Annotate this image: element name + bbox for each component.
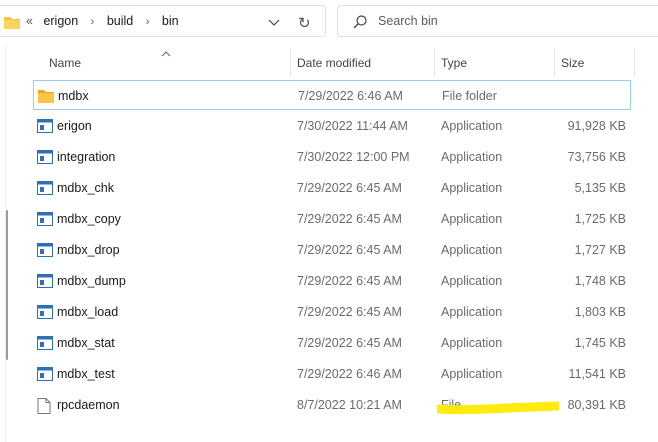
column-header: Name Date modified Type Size: [0, 44, 658, 78]
search-input[interactable]: Search bin: [378, 14, 438, 28]
file-type: Application: [441, 243, 503, 257]
file-date-modified: 7/29/2022 6:45 AM: [297, 305, 402, 319]
chevron-right-icon[interactable]: ›: [146, 16, 150, 28]
application-icon: [37, 336, 53, 353]
breadcrumb-build[interactable]: build: [107, 14, 133, 28]
file-type: Application: [441, 212, 503, 226]
file-row[interactable]: mdbx_drop 7/29/2022 6:45 AM Application 1,7…: [33, 235, 631, 265]
application-icon: [37, 150, 53, 167]
file-type: Application: [441, 150, 503, 164]
application-icon: [37, 181, 53, 198]
file-date-modified: 8/7/2022 10:21 AM: [297, 398, 402, 412]
column-divider[interactable]: [554, 48, 555, 76]
scrollbar-thumb[interactable]: [6, 210, 8, 360]
file-size: 80,391 KB: [567, 398, 626, 412]
file-name: mdbx_chk: [57, 181, 114, 195]
column-divider[interactable]: [434, 48, 435, 76]
file-type: Application: [441, 274, 503, 288]
search-box[interactable]: Search bin: [337, 5, 658, 37]
file-date-modified: 7/29/2022 6:45 AM: [297, 274, 402, 288]
application-icon: [37, 305, 53, 322]
file-name: mdbx_stat: [57, 336, 115, 350]
breadcrumb-erigon[interactable]: erigon: [43, 14, 78, 28]
column-type[interactable]: Type: [441, 56, 467, 70]
file-name: mdbx_drop: [57, 243, 120, 257]
column-divider[interactable]: [634, 48, 635, 76]
application-icon: [37, 367, 53, 384]
chevron-down-icon[interactable]: [268, 16, 280, 30]
file-size: 1,803 KB: [574, 305, 626, 319]
column-size[interactable]: Size: [561, 56, 584, 70]
file-name: integration: [57, 150, 116, 164]
file-size: 1,745 KB: [574, 336, 626, 350]
file-date-modified: 7/29/2022 6:45 AM: [297, 181, 402, 195]
file-size: 1,748 KB: [574, 274, 626, 288]
file-size: 73,756 KB: [567, 150, 626, 164]
file-type: Application: [441, 336, 503, 350]
file-name: rpcdaemon: [57, 398, 120, 412]
file-size: 1,725 KB: [574, 212, 626, 226]
file-size: 5,135 KB: [574, 181, 626, 195]
file-type: Application: [441, 181, 503, 195]
file-row[interactable]: integration 7/30/2022 12:00 PM Application…: [33, 142, 631, 172]
address-bar[interactable]: « erigon › build › bin ↻: [0, 5, 326, 37]
file-type: Application: [441, 367, 503, 381]
file-row[interactable]: mdbx_dump 7/29/2022 6:45 AM Application 1,7…: [33, 266, 631, 296]
file-date-modified: 7/29/2022 6:45 AM: [297, 212, 402, 226]
file-name: mdbx_load: [57, 305, 119, 319]
file-row[interactable]: mdbx_stat 7/29/2022 6:45 AM Application 1,7…: [33, 328, 631, 358]
file-size: 91,928 KB: [567, 119, 626, 133]
column-divider[interactable]: [290, 48, 291, 76]
file-row[interactable]: mdbx_load 7/29/2022 6:45 AM Application 1,8…: [33, 297, 631, 327]
refresh-icon[interactable]: ↻: [298, 14, 311, 32]
application-icon: [37, 274, 53, 291]
file-name: erigon: [57, 119, 92, 133]
file-date-modified: 7/29/2022 6:46 AM: [298, 89, 403, 103]
application-icon: [37, 119, 53, 136]
file-date-modified: 7/29/2022 6:46 AM: [297, 367, 402, 381]
address-toolbar: « erigon › build › bin ↻ Search bin: [0, 0, 658, 44]
overflow-chevron-icon[interactable]: «: [26, 14, 33, 28]
file-size: 1,727 KB: [574, 243, 626, 257]
folder-icon: [38, 89, 54, 106]
column-date-modified[interactable]: Date modified: [297, 56, 371, 70]
application-icon: [37, 243, 53, 260]
file-row[interactable]: mdbx_test 7/29/2022 6:46 AM Application 11,…: [33, 359, 631, 389]
highlighter-mark: [437, 401, 559, 415]
file-name: mdbx_test: [57, 367, 115, 381]
file-icon: [37, 398, 51, 417]
search-icon: [352, 14, 368, 33]
file-type: Application: [441, 305, 503, 319]
chevron-right-icon[interactable]: ›: [91, 16, 95, 28]
file-date-modified: 7/30/2022 12:00 PM: [297, 150, 410, 164]
file-type: Application: [441, 119, 503, 133]
file-date-modified: 7/29/2022 6:45 AM: [297, 336, 402, 350]
breadcrumb-bin[interactable]: bin: [162, 14, 179, 28]
column-name[interactable]: Name: [49, 56, 81, 70]
folder-icon: [4, 15, 20, 32]
file-name: mdbx_copy: [57, 212, 121, 226]
file-date-modified: 7/30/2022 11:44 AM: [297, 119, 408, 133]
file-row[interactable]: mdbx 7/29/2022 6:46 AM File folder: [33, 80, 631, 110]
file-name: mdbx: [58, 89, 89, 103]
file-row[interactable]: mdbx_chk 7/29/2022 6:45 AM Application 5,13…: [33, 173, 631, 203]
application-icon: [37, 212, 53, 229]
file-row[interactable]: erigon 7/30/2022 11:44 AM Application 91,92…: [33, 111, 631, 141]
file-date-modified: 7/29/2022 6:45 AM: [297, 243, 402, 257]
file-row[interactable]: mdbx_copy 7/29/2022 6:45 AM Application 1,7…: [33, 204, 631, 234]
sort-ascending-icon: [161, 46, 171, 60]
file-type: File folder: [442, 89, 497, 103]
file-size: 11,541 KB: [568, 367, 626, 381]
file-name: mdbx_dump: [57, 274, 126, 288]
